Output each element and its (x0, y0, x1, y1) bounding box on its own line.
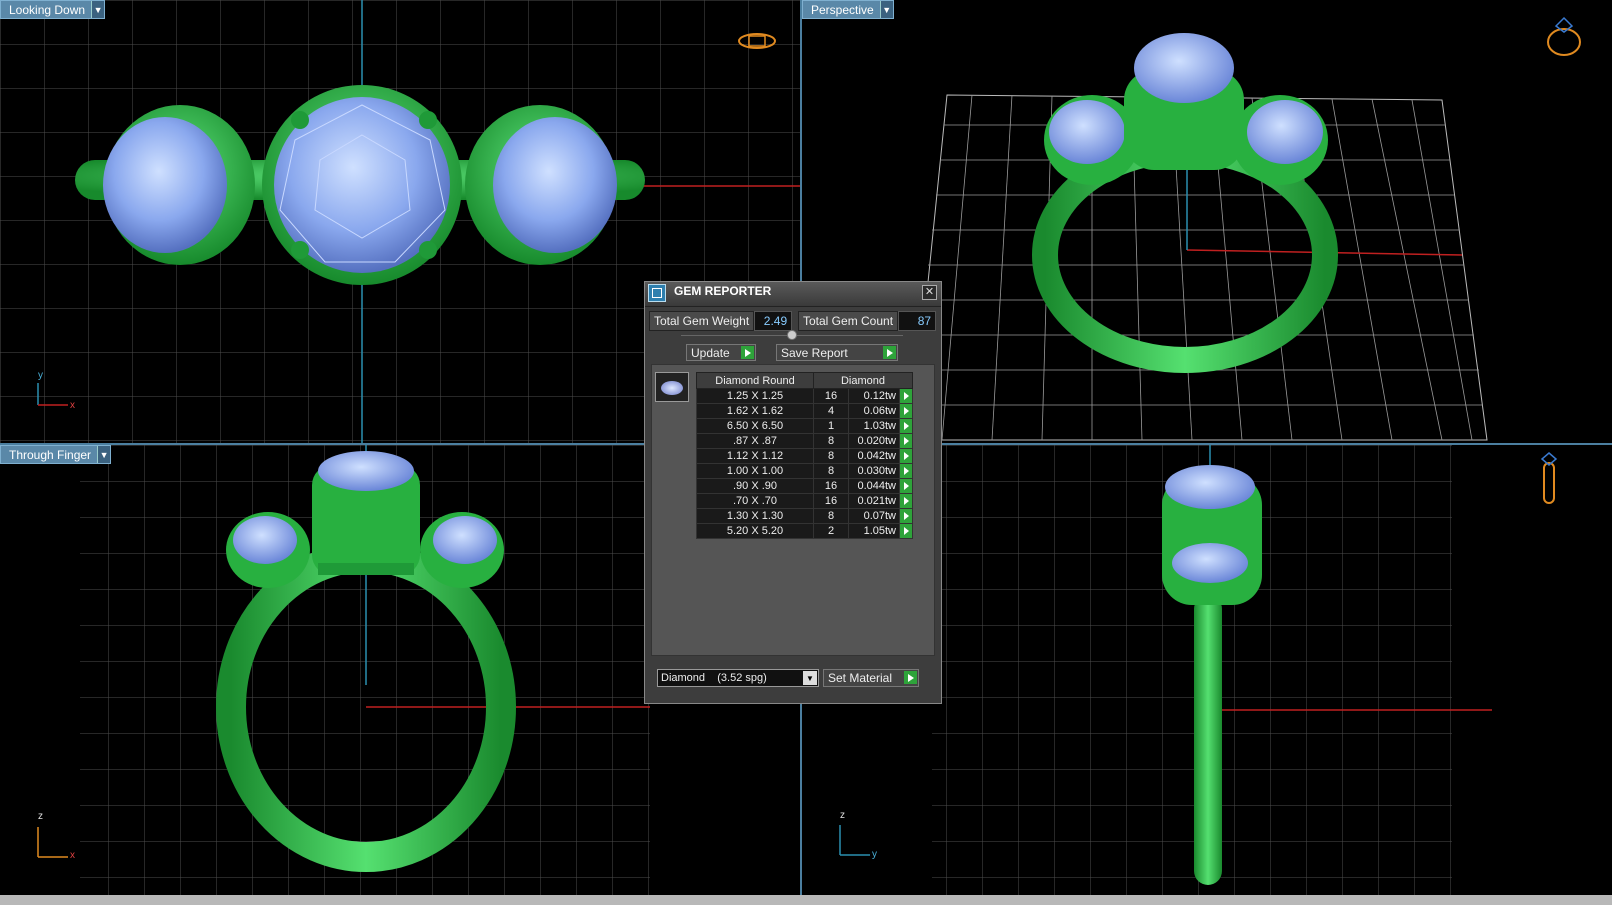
status-bar (0, 895, 1612, 905)
viewport-label: Through Finger (9, 447, 92, 462)
column-header-shape: Diamond Round (696, 372, 814, 389)
gem-size-cell: 1.30 X 1.30 (696, 508, 814, 524)
material-select[interactable]: Diamond (3.52 spg) ▼ (657, 669, 819, 687)
total-gem-count-value: 87 (898, 311, 937, 331)
gem-table: Diamond Round Diamond 1.25 X 1.25 16 0.12t… (696, 372, 913, 539)
gem-weight-cell: 0.042tw (848, 448, 900, 464)
total-gem-count-label: Total Gem Count (798, 311, 899, 331)
gem-count-cell: 2 (813, 523, 849, 539)
table-row[interactable]: 1.62 X 1.62 4 0.06tw (696, 403, 913, 419)
play-arrow-icon (883, 346, 896, 359)
viewport-view-selector[interactable]: Through Finger ▼ (0, 445, 112, 464)
row-select-arrow-icon[interactable] (899, 388, 913, 404)
set-material-button-label: Set Material (828, 671, 893, 685)
row-select-arrow-icon[interactable] (899, 523, 913, 539)
axis-x-label: x (70, 850, 75, 861)
table-row[interactable]: 5.20 X 5.20 2 1.05tw (696, 523, 913, 539)
table-row[interactable]: 1.25 X 1.25 16 0.12tw (696, 388, 913, 404)
play-arrow-icon (741, 346, 754, 359)
chevron-down-icon[interactable]: ▼ (91, 1, 105, 18)
collapse-handle[interactable] (787, 330, 797, 340)
gem-weight-cell: 0.12tw (848, 388, 900, 404)
save-report-button[interactable]: Save Report (776, 344, 898, 361)
axis-x-label: x (70, 400, 75, 411)
gem-count-cell: 16 (813, 388, 849, 404)
gem-reporter-icon (648, 284, 666, 302)
viewport-label: Perspective (811, 2, 874, 17)
axis-z-label: z (38, 811, 43, 822)
gem-size-cell: 1.62 X 1.62 (696, 403, 814, 419)
gem-count-cell: 8 (813, 433, 849, 449)
row-select-arrow-icon[interactable] (899, 478, 913, 494)
gem-size-cell: 1.25 X 1.25 (696, 388, 814, 404)
table-row[interactable]: 6.50 X 6.50 1 1.03tw (696, 418, 913, 434)
table-row[interactable]: .87 X .87 8 0.020tw (696, 433, 913, 449)
gem-weight-cell: 0.030tw (848, 463, 900, 479)
ring-side-icon[interactable] (1540, 452, 1558, 504)
gem-count-cell: 1 (813, 418, 849, 434)
table-row[interactable]: 1.00 X 1.00 8 0.030tw (696, 463, 913, 479)
set-material-button[interactable]: Set Material (823, 669, 919, 687)
total-gem-weight: Total Gem Weight 2.49 (649, 311, 793, 331)
table-row[interactable]: .70 X .70 16 0.021tw (696, 493, 913, 509)
gem-size-cell: .87 X .87 (696, 433, 814, 449)
row-select-arrow-icon[interactable] (899, 403, 913, 419)
gem-size-cell: 5.20 X 5.20 (696, 523, 814, 539)
total-gem-count: Total Gem Count 87 (798, 311, 937, 331)
gem-count-cell: 16 (813, 478, 849, 494)
table-row[interactable]: 1.12 X 1.12 8 0.042tw (696, 448, 913, 464)
gem-size-cell: .70 X .70 (696, 493, 814, 509)
row-select-arrow-icon[interactable] (899, 463, 913, 479)
gem-list-panel[interactable]: Diamond Round Diamond 1.25 X 1.25 16 0.12t… (651, 364, 935, 656)
gem-weight-cell: 0.044tw (848, 478, 900, 494)
gem-weight-cell: 0.07tw (848, 508, 900, 524)
gem-size-cell: .90 X .90 (696, 478, 814, 494)
gem-size-cell: 1.12 X 1.12 (696, 448, 814, 464)
table-row[interactable]: .90 X .90 16 0.044tw (696, 478, 913, 494)
viewport-label: Looking Down (9, 2, 86, 17)
column-header-material: Diamond (813, 372, 913, 389)
chevron-down-icon[interactable]: ▼ (879, 1, 893, 18)
row-select-arrow-icon[interactable] (899, 493, 913, 509)
ring-perspective-icon[interactable] (1547, 16, 1581, 56)
play-arrow-icon (904, 671, 917, 684)
close-icon[interactable]: ✕ (922, 285, 937, 300)
gem-weight-cell: 0.021tw (848, 493, 900, 509)
table-row[interactable]: 1.30 X 1.30 8 0.07tw (696, 508, 913, 524)
gem-weight-cell: 1.05tw (848, 523, 900, 539)
total-gem-weight-label: Total Gem Weight (649, 311, 755, 331)
diamond-round-thumbnail[interactable] (655, 372, 689, 402)
row-select-arrow-icon[interactable] (899, 508, 913, 524)
axis-y-label: y (872, 849, 877, 860)
save-report-button-label: Save Report (781, 345, 848, 360)
gem-count-cell: 4 (813, 403, 849, 419)
chevron-down-icon[interactable]: ▼ (97, 446, 111, 463)
row-select-arrow-icon[interactable] (899, 448, 913, 464)
gem-count-cell: 8 (813, 508, 849, 524)
gem-weight-cell: 0.06tw (848, 403, 900, 419)
gem-count-cell: 8 (813, 448, 849, 464)
axis-z-label: z (840, 810, 845, 821)
material-select-value: Diamond (3.52 spg) (661, 672, 767, 684)
update-button-label: Update (691, 345, 730, 360)
gem-count-cell: 8 (813, 463, 849, 479)
row-select-arrow-icon[interactable] (899, 433, 913, 449)
chevron-down-icon[interactable]: ▼ (803, 671, 817, 685)
total-gem-weight-value: 2.49 (754, 311, 793, 331)
viewport-view-selector[interactable]: Looking Down ▼ (0, 0, 106, 19)
gem-weight-cell: 1.03tw (848, 418, 900, 434)
dialog-titlebar[interactable]: GEM REPORTER ✕ (645, 282, 941, 307)
gem-weight-cell: 0.020tw (848, 433, 900, 449)
axis-y-label: y (38, 370, 43, 381)
viewport-view-selector[interactable]: Perspective ▼ (802, 0, 894, 19)
gem-count-cell: 16 (813, 493, 849, 509)
gem-reporter-dialog: GEM REPORTER ✕ Total Gem Weight 2.49 Tot… (644, 281, 942, 704)
dialog-title: GEM REPORTER (674, 284, 772, 298)
gem-size-cell: 6.50 X 6.50 (696, 418, 814, 434)
row-select-arrow-icon[interactable] (899, 418, 913, 434)
update-button[interactable]: Update (686, 344, 756, 361)
gem-size-cell: 1.00 X 1.00 (696, 463, 814, 479)
